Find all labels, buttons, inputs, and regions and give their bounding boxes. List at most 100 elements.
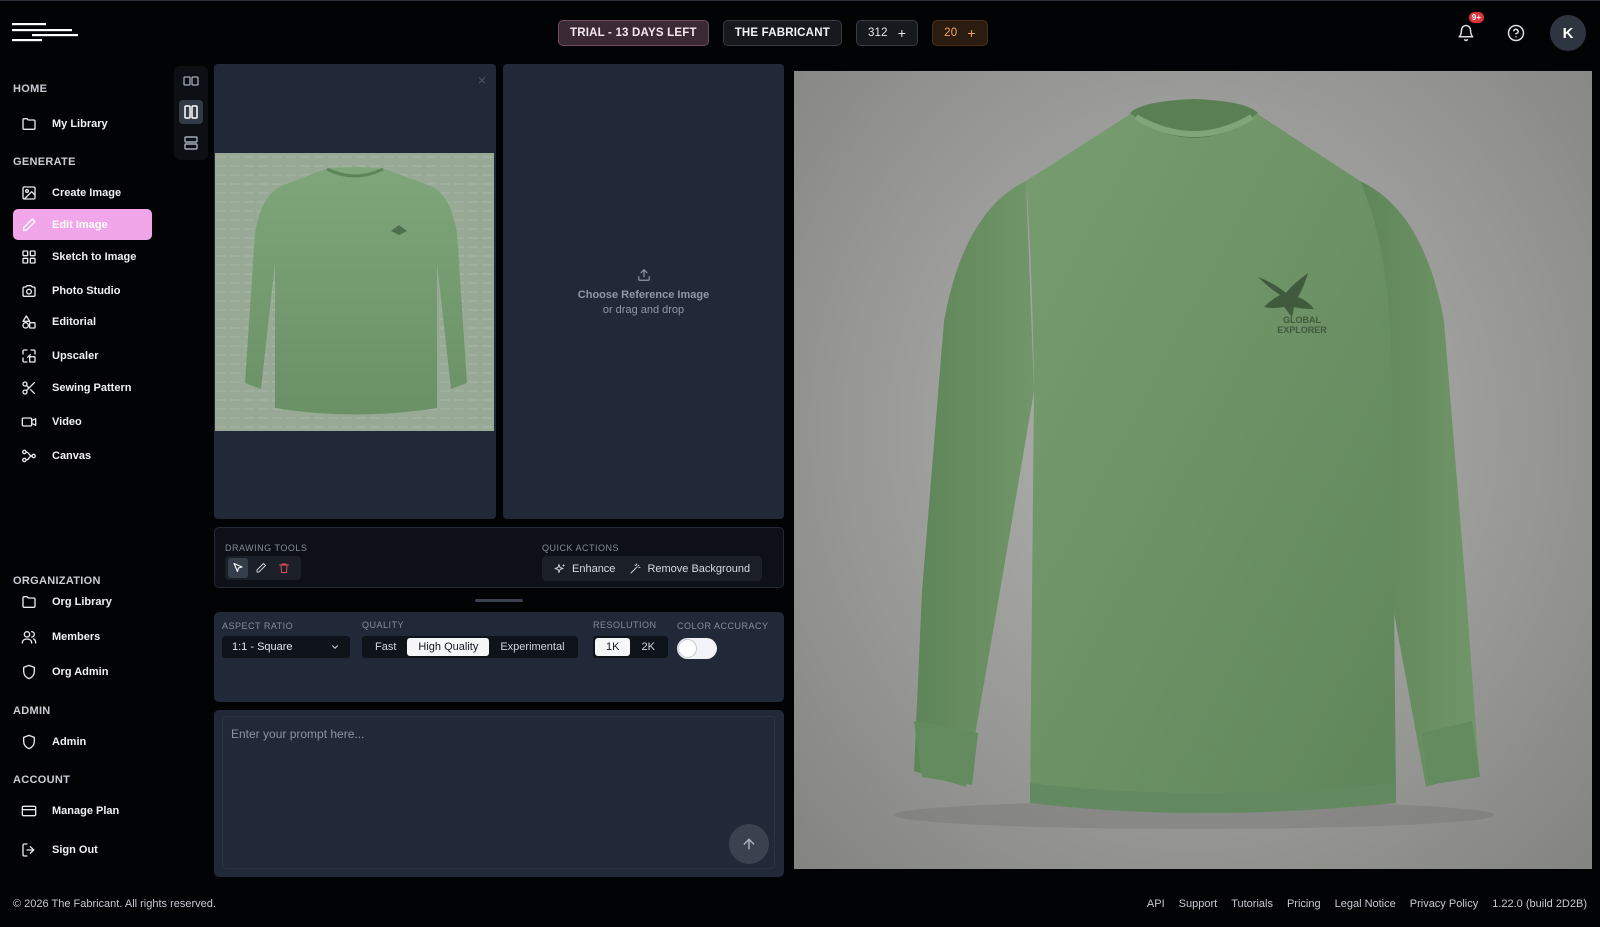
compare-layout-icon	[183, 76, 199, 86]
resolution-2k-option[interactable]: 2K	[630, 638, 665, 656]
footer-link-pricing[interactable]: Pricing	[1287, 898, 1321, 910]
quick-actions: Enhance Remove Background	[542, 556, 763, 581]
quality-selector: Fast High Quality Experimental	[362, 636, 578, 658]
color-accuracy-toggle[interactable]	[677, 638, 717, 659]
color-accuracy-label: COLOR ACCURACY	[677, 621, 769, 631]
add-premium-credits-icon: +	[967, 25, 976, 41]
generation-settings: ASPECT RATIO 1:1 - Square QUALITY Fast H…	[214, 612, 784, 702]
folder-icon	[22, 595, 36, 608]
credits-button[interactable]: 312 +	[855, 20, 919, 46]
copyright: © 2026 The Fabricant. All rights reserve…	[13, 898, 216, 910]
sidebar-item-label: Create Image	[52, 186, 122, 199]
footer-link-support[interactable]: Support	[1179, 898, 1218, 910]
notification-badge: 9+	[1468, 12, 1484, 23]
sidebar-item-label: Edit Image	[52, 218, 108, 231]
upload-title: Choose Reference Image	[577, 289, 710, 301]
help-button[interactable]	[1500, 17, 1532, 49]
quality-fast-option[interactable]: Fast	[364, 638, 407, 656]
add-credits-icon: +	[897, 25, 907, 41]
toggle-knob	[679, 640, 696, 657]
quality-high-option[interactable]: High Quality	[407, 638, 490, 656]
sidebar-item-sign-out[interactable]: Sign Out	[13, 834, 152, 865]
footer: © 2026 The Fabricant. All rights reserve…	[13, 898, 1587, 910]
section-home: HOME	[13, 83, 48, 95]
submit-prompt-button[interactable]	[729, 824, 769, 864]
premium-credits-button[interactable]: 20 +	[932, 20, 988, 46]
source-image-panel: ×	[214, 64, 496, 519]
sidebar-item-admin[interactable]: Admin	[13, 726, 152, 757]
quality-label: QUALITY	[362, 620, 405, 630]
quick-actions-label: QUICK ACTIONS	[542, 543, 620, 553]
tools-bar: DRAWING TOOLS QUICK ACTIONS Enhance Remo…	[214, 527, 784, 588]
org-switcher[interactable]: THE FABRICANT	[722, 20, 842, 46]
sidebar-item-label: Org Library	[52, 595, 112, 608]
sidebar-item-create-image[interactable]: Create Image	[13, 177, 152, 208]
clear-tool-button[interactable]	[274, 558, 294, 578]
brand-logo[interactable]	[12, 21, 78, 43]
sidebar-item-org-admin[interactable]: Org Admin	[13, 656, 152, 687]
footer-link-privacy[interactable]: Privacy Policy	[1410, 898, 1478, 910]
sidebar-item-sewing-pattern[interactable]: Sewing Pattern	[13, 372, 152, 403]
notifications-button[interactable]: 9+	[1450, 12, 1484, 49]
sidebar-item-org-library[interactable]: Org Library	[13, 586, 152, 617]
footer-link-tutorials[interactable]: Tutorials	[1231, 898, 1273, 910]
help-icon	[1507, 24, 1525, 42]
resolution-1k-option[interactable]: 1K	[595, 638, 631, 656]
footer-link-legal[interactable]: Legal Notice	[1335, 898, 1396, 910]
sidebar-item-photo-studio[interactable]: Photo Studio	[13, 275, 152, 306]
resize-handle[interactable]	[475, 599, 523, 602]
sidebar-item-editorial[interactable]: Editorial	[13, 306, 152, 337]
sidebar-item-label: Editorial	[52, 315, 97, 328]
section-generate: GENERATE	[13, 156, 76, 168]
sidebar-item-label: Video	[52, 415, 82, 428]
trial-badge[interactable]: TRIAL - 13 DAYS LEFT	[558, 20, 709, 46]
footer-link-api[interactable]: API	[1147, 898, 1165, 910]
sidebar-item-members[interactable]: Members	[13, 621, 152, 652]
video-icon	[21, 416, 37, 427]
sidebar-item-my-library[interactable]: My Library	[13, 108, 152, 139]
sparkles-icon	[554, 563, 565, 573]
select-tool-button[interactable]	[228, 558, 248, 578]
user-avatar[interactable]: K	[1550, 15, 1586, 51]
shapes-icon	[22, 314, 36, 329]
sidebar-item-label: Upscaler	[52, 349, 99, 362]
aspect-ratio-value: 1:1 - Square	[232, 641, 293, 653]
sidebar-item-upscaler[interactable]: Upscaler	[13, 340, 152, 371]
brush-tool-button[interactable]	[251, 558, 271, 578]
camera-icon	[22, 284, 36, 297]
sidebar-item-label: Manage Plan	[52, 804, 120, 817]
quality-experimental-option[interactable]: Experimental	[489, 638, 575, 656]
scissors-icon	[22, 380, 35, 395]
sidebar-item-canvas[interactable]: Canvas	[13, 440, 152, 471]
remove-background-button[interactable]: Remove Background	[629, 563, 750, 575]
resolution-selector: 1K 2K	[593, 636, 668, 658]
sidebar-item-sketch-to-image[interactable]: Sketch to Image	[13, 241, 152, 272]
sidebar-item-manage-plan[interactable]: Manage Plan	[13, 795, 152, 826]
pencil-icon	[256, 563, 266, 573]
aspect-ratio-select[interactable]: 1:1 - Square	[222, 636, 350, 658]
users-icon	[21, 630, 37, 644]
layout-rows-button[interactable]	[179, 131, 203, 155]
logo-line-2: EXPLORER	[1277, 325, 1327, 335]
drawing-tools-label: DRAWING TOOLS	[225, 543, 308, 553]
source-image[interactable]	[215, 153, 494, 431]
generated-image-preview[interactable]: GLOBAL EXPLORER	[794, 71, 1592, 869]
magic-wand-icon	[630, 563, 641, 573]
reference-image-dropzone[interactable]: Choose Reference Image or drag and drop	[503, 64, 784, 519]
enhance-button[interactable]: Enhance	[554, 563, 615, 575]
layout-toggle	[174, 66, 208, 160]
top-bar: TRIAL - 13 DAYS LEFT THE FABRICANT 312 +…	[0, 0, 1600, 64]
sidebar-item-label: Canvas	[52, 449, 92, 462]
version: 1.22.0 (build 2D2B)	[1492, 898, 1587, 910]
shield-icon	[23, 664, 35, 679]
prompt-input[interactable]	[222, 716, 775, 869]
layout-compare-button[interactable]	[179, 69, 203, 93]
sidebar-item-video[interactable]: Video	[13, 406, 152, 437]
rows-icon	[184, 136, 198, 150]
sidebar-item-edit-image[interactable]: Edit Image	[13, 209, 152, 240]
pencil-icon	[23, 217, 36, 231]
layout-columns-button[interactable]	[179, 100, 203, 124]
close-icon[interactable]: ×	[478, 72, 486, 88]
sidebar-item-label: Sewing Pattern	[52, 381, 132, 394]
arrow-up-icon	[743, 838, 755, 850]
